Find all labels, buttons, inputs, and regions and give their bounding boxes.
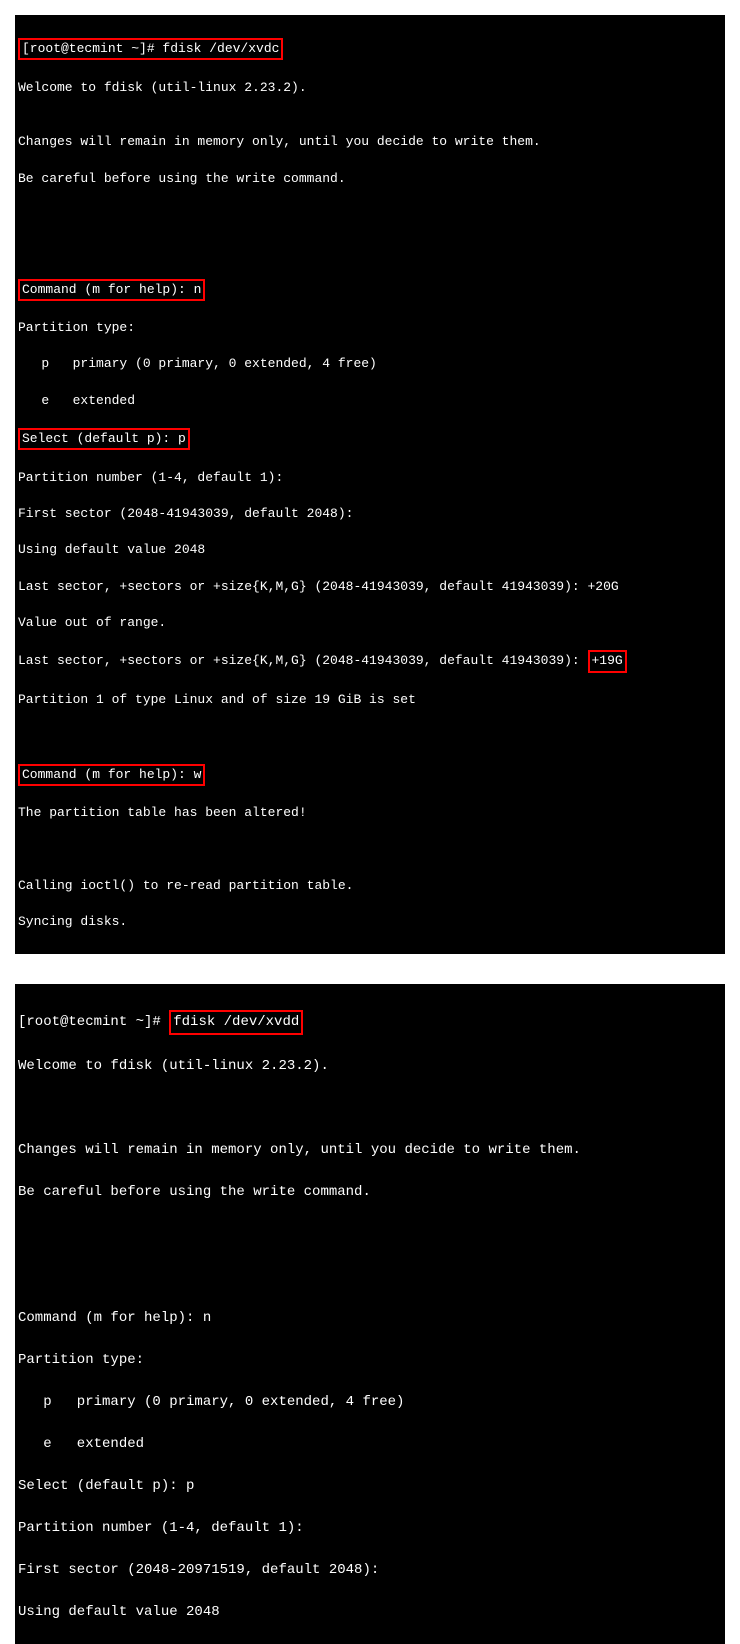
blank-line [18, 1266, 722, 1287]
part1-line: Partition 1 of type Linux and of size 19… [18, 691, 722, 709]
blank-line [18, 206, 722, 224]
fdisk-command-highlight: fdisk /dev/xvdd [169, 1010, 303, 1035]
pnum-line: Partition number (1-4, default 1): [18, 1518, 722, 1539]
altered-line: The partition table has been altered! [18, 804, 722, 822]
ptype-line: Partition type: [18, 319, 722, 337]
defval-line: Using default value 2048 [18, 541, 722, 559]
lsector2-text: Last sector, +sectors or +size{K,M,G} (2… [18, 653, 588, 668]
changes-line-1: Changes will remain in memory only, unti… [18, 1140, 722, 1161]
command-w-highlight: Command (m for help): w [18, 764, 205, 786]
primary-line: p primary (0 primary, 0 extended, 4 free… [18, 355, 722, 373]
fsector-line: First sector (2048-41943039, default 204… [18, 505, 722, 523]
prompt-prefix: [root@tecmint ~]# [18, 1014, 169, 1030]
changes-line-2: Be careful before using the write comman… [18, 1182, 722, 1203]
terminal-xvdd: [root@tecmint ~]# fdisk /dev/xvdd Welcom… [15, 984, 725, 1644]
welcome-line: Welcome to fdisk (util-linux 2.23.2). [18, 1056, 722, 1077]
select-highlight: Select (default p): p [18, 428, 190, 450]
prompt-line: [root@tecmint ~]# fdisk /dev/xvdc [18, 38, 722, 60]
select-line: Select (default p): p [18, 1476, 722, 1497]
blank-line [18, 242, 722, 260]
valout-line: Value out of range. [18, 614, 722, 632]
blank-line [18, 840, 722, 858]
lsector1-line: Last sector, +sectors or +size{K,M,G} (2… [18, 578, 722, 596]
syncing-line: Syncing disks. [18, 913, 722, 931]
primary-line: p primary (0 primary, 0 extended, 4 free… [18, 1392, 722, 1413]
fsector-line: First sector (2048-20971519, default 204… [18, 1560, 722, 1581]
welcome-line: Welcome to fdisk (util-linux 2.23.2). [18, 79, 722, 97]
pnum-line: Partition number (1-4, default 1): [18, 469, 722, 487]
lsector2-line: Last sector, +sectors or +size{K,M,G} (2… [18, 650, 722, 672]
prompt-highlight: [root@tecmint ~]# fdisk /dev/xvdc [18, 38, 283, 60]
changes-line-2: Be careful before using the write comman… [18, 170, 722, 188]
ioctl-line: Calling ioctl() to re-read partition tab… [18, 877, 722, 895]
blank-line [18, 1098, 722, 1119]
blank-line [18, 727, 722, 745]
terminal-xvdc: [root@tecmint ~]# fdisk /dev/xvdc Welcom… [15, 15, 725, 954]
command-n-highlight: Command (m for help): n [18, 279, 205, 301]
command-n-line: Command (m for help): n [18, 279, 722, 301]
extended-line: e extended [18, 392, 722, 410]
ptype-line: Partition type: [18, 1350, 722, 1371]
command-w-line: Command (m for help): w [18, 764, 722, 786]
select-line: Select (default p): p [18, 428, 722, 450]
defval-line: Using default value 2048 [18, 1602, 722, 1623]
extended-line: e extended [18, 1434, 722, 1455]
blank-line [18, 1224, 722, 1245]
size-highlight-19g: +19G [588, 650, 627, 672]
prompt-line: [root@tecmint ~]# fdisk /dev/xvdd [18, 1010, 722, 1035]
command-n-line: Command (m for help): n [18, 1308, 722, 1329]
changes-line-1: Changes will remain in memory only, unti… [18, 133, 722, 151]
